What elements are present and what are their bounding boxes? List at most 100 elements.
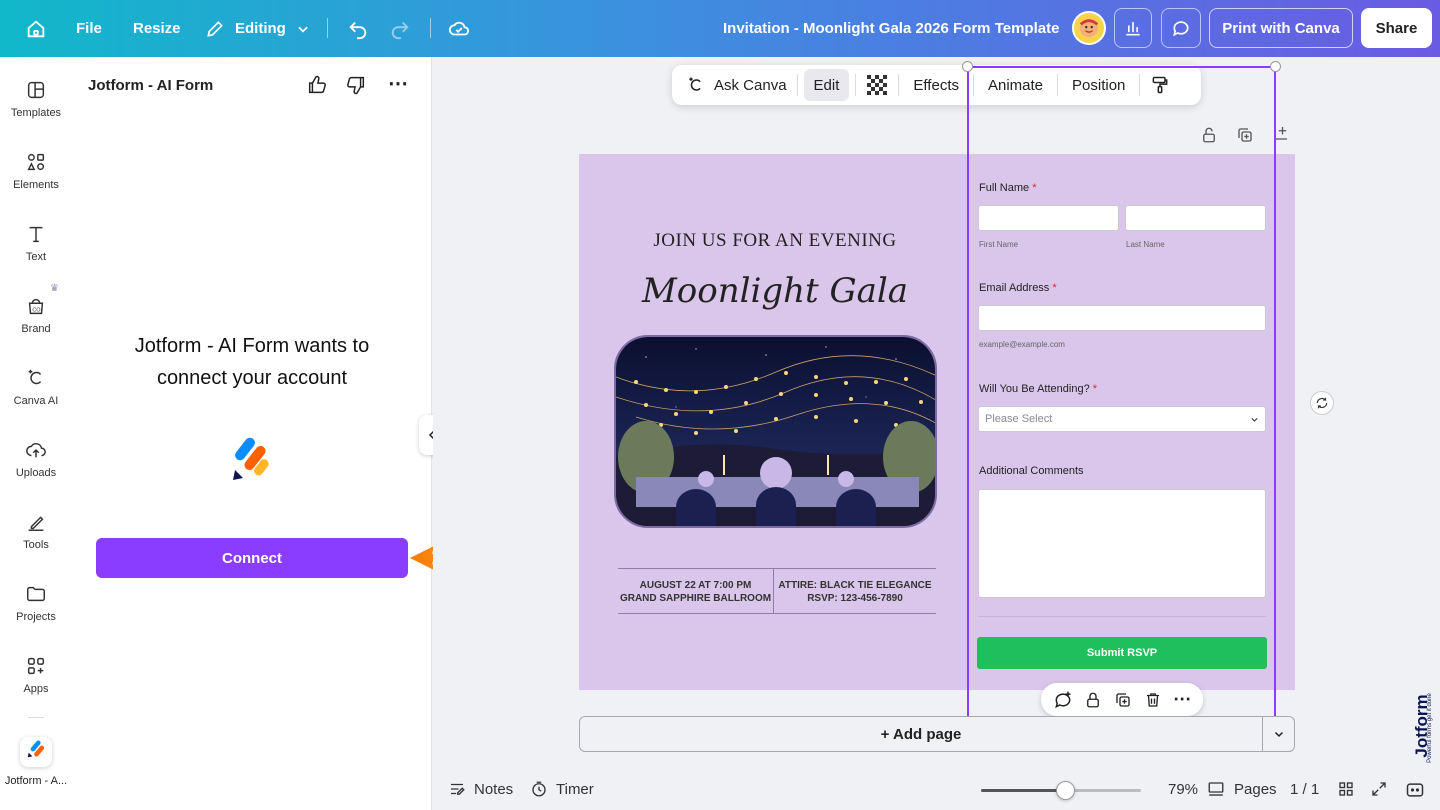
design-page[interactable]: JOIN US FOR AN EVENING Moonlight Gala AU…	[579, 154, 1295, 690]
avatar[interactable]	[1072, 11, 1106, 45]
rail-item-label: Jotform - A...	[4, 775, 68, 787]
event-date-line: AUGUST 22 AT 7:00 PM	[639, 580, 752, 591]
rotate-handle[interactable]	[1310, 391, 1334, 415]
email-input[interactable]	[978, 305, 1266, 331]
zoom-level[interactable]: 79%	[1168, 781, 1198, 798]
rail-item-label: Projects	[16, 611, 56, 623]
transparency-icon[interactable]	[856, 69, 898, 101]
pencil-icon	[205, 19, 225, 39]
trash-icon[interactable]	[1144, 691, 1162, 709]
rail-item-uploads[interactable]: Uploads	[0, 417, 72, 489]
share-button[interactable]: Share	[1361, 8, 1432, 48]
editing-mode-dropdown[interactable]: Editing	[205, 0, 310, 57]
add-page-button[interactable]: + Add page	[580, 717, 1262, 751]
jotform-watermark: Jotform Powerful forms get it done	[1404, 690, 1440, 770]
rail-item-label: Canva AI	[13, 395, 59, 407]
position-button[interactable]: Position	[1062, 69, 1135, 101]
divider	[618, 613, 936, 614]
submit-rsvp-button[interactable]: Submit RSVP	[977, 637, 1267, 669]
resize-handle[interactable]	[962, 61, 973, 72]
rail-item-label: Text	[25, 251, 47, 263]
resize-menu[interactable]: Resize	[133, 0, 181, 57]
lock-icon[interactable]	[1084, 691, 1102, 709]
rail-item-apps[interactable]: Apps	[0, 633, 72, 705]
fullscreen-icon[interactable]	[1370, 780, 1388, 802]
lock-icon[interactable]	[1200, 126, 1218, 149]
event-attire: ATTIRE: BLACK TIE ELEGANCE RSVP: 123-456…	[774, 579, 936, 605]
comments-button[interactable]	[1161, 8, 1201, 48]
document-title[interactable]: Invitation - Moonlight Gala 2026 Form Te…	[723, 0, 1059, 57]
rail-item-jotform-app[interactable]: Jotform - A...	[0, 717, 72, 789]
undo-icon[interactable]	[347, 0, 369, 57]
thumbs-up-icon[interactable]	[306, 74, 328, 101]
resize-handle[interactable]	[1270, 61, 1281, 72]
duplicate-icon[interactable]	[1114, 691, 1132, 709]
divider	[978, 616, 1266, 617]
event-date: AUGUST 22 AT 7:00 PM GRAND SAPPHIRE BALL…	[618, 579, 773, 605]
connect-button[interactable]: Connect	[96, 538, 408, 578]
home-icon[interactable]	[22, 0, 50, 57]
divider	[973, 74, 974, 96]
apps-grid-icon	[25, 655, 47, 683]
rail-item-tools[interactable]: Tools	[0, 489, 72, 561]
last-name-input[interactable]	[1125, 205, 1266, 231]
zoom-slider-fill	[981, 789, 1066, 792]
effects-button[interactable]: Effects	[903, 69, 969, 101]
add-page-options-button[interactable]	[1263, 717, 1295, 751]
rail-item-canva-ai[interactable]: Canva AI	[0, 345, 72, 417]
element-toolbar: ⋯	[1041, 683, 1203, 716]
help-icon[interactable]	[1405, 780, 1425, 804]
event-photo[interactable]	[614, 335, 937, 528]
invite-heading: JOIN US FOR AN EVENING	[653, 230, 897, 251]
panel-title: Jotform - AI Form	[88, 77, 214, 94]
app-panel: Jotform - AI Form ⋯ Jotform - AI Form wa…	[72, 57, 554, 810]
email-hint: example@example.com	[979, 340, 1065, 349]
more-options-icon[interactable]: ⋯	[1173, 689, 1191, 710]
redo-icon[interactable]	[389, 0, 411, 57]
thumbs-down-icon[interactable]	[345, 74, 367, 101]
timer-button[interactable]: Timer	[530, 780, 594, 798]
invite-script-title: Moonlight Gala	[641, 271, 909, 311]
comments-textarea[interactable]	[978, 489, 1266, 598]
rail-item-brand[interactable]: CO Brand ♛	[0, 273, 72, 345]
pages-button[interactable]: Pages	[1206, 780, 1277, 798]
attending-select[interactable]: Please Select	[978, 406, 1266, 432]
canva-ai-icon	[686, 75, 706, 95]
page-count: 1 / 1	[1290, 781, 1320, 798]
rail-item-templates[interactable]: Templates	[0, 57, 72, 129]
rail-item-text[interactable]: Text	[0, 201, 72, 273]
ask-canva-button[interactable]: Ask Canva	[676, 69, 797, 101]
file-menu[interactable]: File	[76, 0, 102, 57]
divider	[796, 74, 798, 96]
cloud-saved-icon[interactable]	[448, 0, 470, 57]
zoom-slider-thumb[interactable]	[1056, 781, 1076, 800]
divider	[430, 18, 431, 38]
notes-button[interactable]: Notes	[448, 780, 513, 798]
rail-item-label: Elements	[13, 179, 59, 191]
tools-icon	[25, 511, 47, 539]
jotform-logo	[230, 434, 276, 489]
first-name-input[interactable]	[978, 205, 1119, 231]
pages-icon	[1206, 780, 1226, 798]
animate-button[interactable]: Animate	[978, 69, 1053, 101]
comment-add-icon[interactable]	[1053, 690, 1073, 710]
duplicate-icon[interactable]	[1236, 126, 1254, 149]
chevron-down-icon	[1273, 728, 1285, 740]
paint-roller-icon[interactable]	[1140, 69, 1180, 101]
insights-button[interactable]	[1114, 8, 1152, 48]
rotate-icon	[1315, 396, 1329, 410]
print-with-canva-button[interactable]: Print with Canva	[1209, 8, 1353, 48]
rail-item-label: Templates	[10, 107, 62, 119]
more-options-icon[interactable]: ⋯	[388, 71, 408, 96]
rail-item-elements[interactable]: Elements	[0, 129, 72, 201]
rail-item-projects[interactable]: Projects	[0, 561, 72, 633]
edit-button[interactable]: Edit	[803, 69, 850, 101]
grid-view-icon[interactable]	[1337, 780, 1355, 802]
add-page-bar: + Add page	[579, 716, 1295, 752]
zoom-slider-track[interactable]	[981, 781, 1141, 800]
required-mark: *	[1032, 182, 1037, 194]
templates-icon	[25, 79, 47, 107]
bar-chart-icon	[1123, 18, 1143, 38]
add-page-icon[interactable]	[1272, 124, 1290, 147]
divider	[618, 568, 936, 569]
